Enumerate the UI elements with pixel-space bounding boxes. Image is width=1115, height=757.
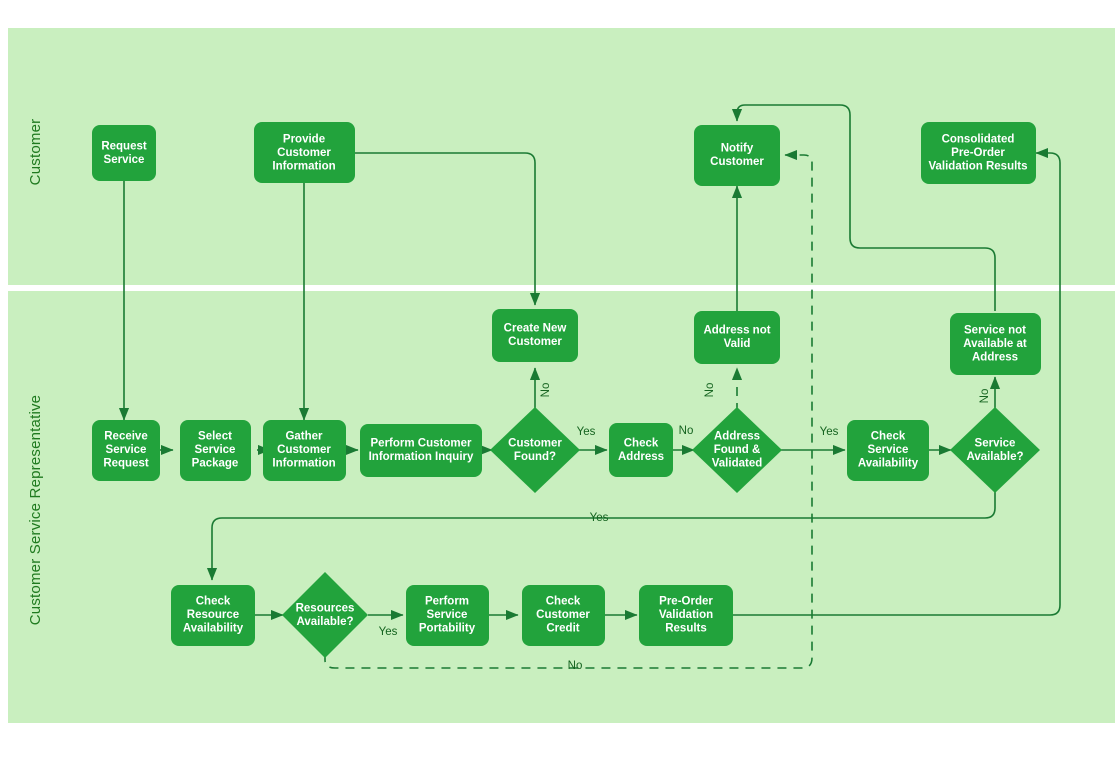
node-create-new-customer-label: Create New Customer (504, 322, 567, 348)
node-gather-customer-information[interactable]: Gather Customer Information (263, 420, 346, 481)
node-perform-customer-information-inquiry[interactable]: Perform Customer Information Inquiry (360, 424, 482, 477)
edge-label-address-found-no: No (679, 425, 694, 437)
flowchart-svg: Customer Customer Service Representative (8, 28, 1115, 723)
node-notify-customer[interactable]: Notify Customer (694, 125, 780, 186)
node-create-new-customer[interactable]: Create New Customer (492, 309, 578, 362)
node-request-service-label: Request Service (101, 140, 147, 166)
node-provide-customer-information[interactable]: Provide Customer Information (254, 122, 355, 183)
edge-label-customer-found-yes: Yes (577, 426, 596, 438)
edge-label-address-found-yes: Yes (820, 426, 839, 438)
lane-label-customer: Customer (27, 119, 44, 186)
node-perform-inquiry-label: Perform Customer Information Inquiry (369, 437, 474, 463)
node-perform-service-portability-label: Perform Service Portability (419, 596, 476, 635)
node-service-not-available-label: Service not Available at Address (963, 325, 1027, 364)
edge-label-customer-found-no: No (540, 383, 552, 398)
node-pre-order-validation-results-label: Pre-Order Validation Results (659, 596, 714, 635)
edge-label-resources-available-yes: Yes (379, 626, 398, 638)
node-check-customer-credit[interactable]: Check Customer Credit (522, 585, 605, 646)
node-check-address-label: Check Address (618, 437, 664, 463)
node-address-not-valid[interactable]: Address not Valid (694, 311, 780, 364)
node-request-service[interactable]: Request Service (92, 125, 156, 181)
lane-label-csr: Customer Service Representative (27, 395, 44, 625)
edge-label-service-available-yes: Yes (590, 512, 609, 524)
node-customer-found-label: Customer Found? (508, 437, 562, 463)
node-perform-service-portability[interactable]: Perform Service Portability (406, 585, 489, 646)
node-pre-order-validation-results[interactable]: Pre-Order Validation Results (639, 585, 733, 646)
node-receive-service-request-label: Receive Service Request (103, 431, 149, 470)
edge-label-resources-available-no: No (568, 660, 583, 672)
edge-label-address-not-valid-no: No (704, 383, 716, 398)
edge-label-service-available-no: No (979, 389, 991, 404)
flowchart-canvas: Customer Customer Service Representative (0, 0, 1115, 757)
node-receive-service-request[interactable]: Receive Service Request (92, 420, 160, 481)
node-service-not-available-at-address[interactable]: Service not Available at Address (950, 313, 1041, 375)
node-consolidated-pre-order-validation-results[interactable]: Consolidated Pre-Order Validation Results (921, 122, 1036, 184)
node-resources-available-label: Resources Available? (296, 602, 355, 628)
node-select-service-package-label: Select Service Package (192, 431, 239, 470)
node-check-address[interactable]: Check Address (609, 423, 673, 477)
node-check-service-availability[interactable]: Check Service Availability (847, 420, 929, 481)
node-service-available-label: Service Available? (966, 437, 1023, 463)
node-check-resource-availability[interactable]: Check Resource Availability (171, 585, 255, 646)
node-address-found-validated-label: Address Found & Validated (712, 431, 763, 470)
node-select-service-package[interactable]: Select Service Package (180, 420, 251, 481)
